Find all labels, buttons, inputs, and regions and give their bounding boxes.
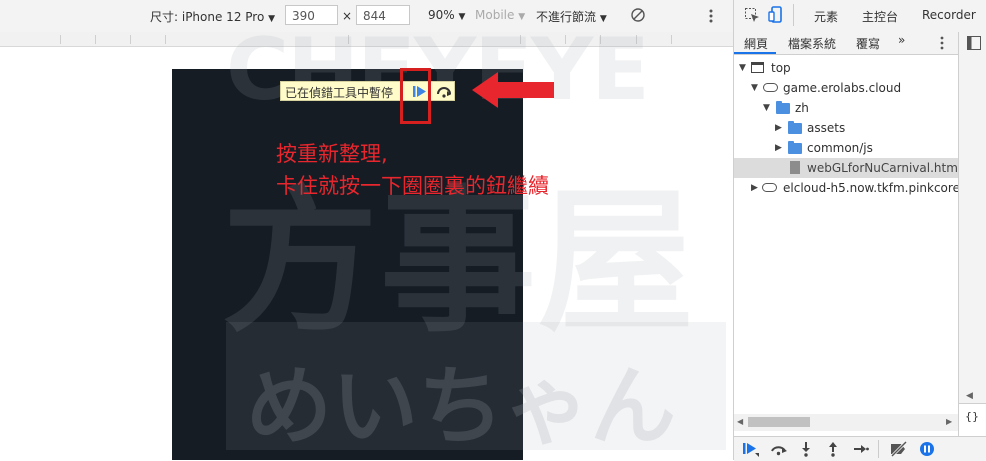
red-arrow-icon [472,72,554,108]
file-icon [790,161,800,174]
tree-item-folder[interactable]: ▶ assets [734,118,958,138]
annotation-line-2: 卡住就按一下圈圈裏的鈕繼續 [276,174,549,198]
scroll-left-arrow-icon[interactable]: ◀ [737,417,743,426]
watermark-text-kana: めいちゃん [246,357,676,457]
step-button-icon[interactable] [853,442,869,460]
pretty-print-icon[interactable]: {} [965,410,979,423]
paused-label: 已在偵錯工具中暫停 [285,86,394,100]
file-tree: ▼ top ▼ game.erolabs.cloud ▼ zh ▶ assets… [734,58,958,414]
watermark-text-latin: CHEYEYE [226,20,650,120]
tab-overrides[interactable]: 覆寫 [856,35,880,52]
frame-icon [751,62,764,73]
more-tabs-icon[interactable]: » [898,33,905,47]
tab-console[interactable]: 主控台 [862,8,898,25]
inspect-element-icon[interactable] [744,7,760,26]
pause-on-exceptions-icon[interactable] [919,441,935,461]
tree-item-folder[interactable]: ▶ common/js [734,138,958,158]
tree-item-file-selected[interactable]: webGLforNuCarnival.html?la [734,158,958,178]
debugger-controls [734,436,986,461]
tree-item-folder[interactable]: ▼ zh [734,98,958,118]
step-out-button-icon[interactable] [827,441,839,461]
folder-icon [776,101,790,114]
tab-filesystem[interactable]: 檔案系統 [788,35,836,52]
scroll-left-icon[interactable]: ◀ [966,391,973,401]
tree-label: assets [807,121,846,135]
devtools-panel: 元素 主控台 Recorder 網頁 檔案系統 覆寫 » ◀ {} ▼ top … [733,0,986,461]
cloud-icon [763,83,778,92]
folder-icon [788,141,802,154]
scrollbar-thumb[interactable] [748,417,810,427]
cloud-icon [762,183,777,192]
more-options-icon[interactable] [708,8,714,27]
tree-label: game.erolabs.cloud [783,81,902,95]
resume-button-icon[interactable] [742,441,760,461]
tree-label: elcloud-h5.now.tkfm.pinkcore.net [783,181,958,195]
step-over-icon[interactable] [436,85,452,101]
tree-item-top[interactable]: ▼ top [734,58,958,78]
tab-elements[interactable]: 元素 [814,8,838,25]
tab-page[interactable]: 網頁 [744,35,768,52]
annotation-line-1: 按重新整理, [276,142,388,166]
folder-icon [788,121,802,134]
step-over-button-icon[interactable] [770,442,788,460]
deactivate-breakpoints-icon[interactable] [889,440,909,461]
tree-label: top [771,61,791,75]
devtools-main-tabs: 元素 主控台 Recorder [734,0,986,33]
highlight-box [400,68,431,124]
annotation-text: 按重新整理, 卡住就按一下圈圈裏的鈕繼續 [276,138,549,202]
step-into-button-icon[interactable] [800,441,812,461]
scroll-right-arrow-icon[interactable]: ▶ [946,417,952,426]
horizontal-scrollbar[interactable]: ◀ ▶ [734,414,958,431]
navigator-menu-icon[interactable] [939,35,945,54]
tab-recorder[interactable]: Recorder [922,8,976,22]
toggle-sidebar-icon[interactable] [967,36,981,53]
tree-label: common/js [807,141,873,155]
tree-item-origin[interactable]: ▶ elcloud-h5.now.tkfm.pinkcore.net [734,178,958,198]
sources-navigator-tabs: 網頁 檔案系統 覆寫 » [734,32,958,55]
tree-label: webGLforNuCarnival.html?la [807,161,958,175]
editor-pane-edge: ◀ {} [958,32,986,437]
tree-label: zh [795,101,809,115]
device-toolbar-toggle-icon[interactable] [768,6,784,27]
tree-item-origin[interactable]: ▼ game.erolabs.cloud [734,78,958,98]
